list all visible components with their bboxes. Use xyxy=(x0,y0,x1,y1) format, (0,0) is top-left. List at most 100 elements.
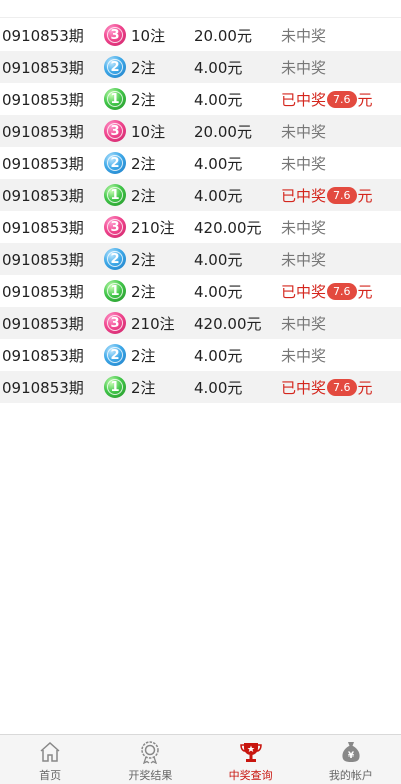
record-row[interactable]: 0910853期 1 2注 4.00元 已中奖 7.6 元 xyxy=(0,371,401,403)
bet-count: 2注 xyxy=(131,378,156,397)
money-bag-icon: ¥ xyxy=(342,742,360,762)
bet-count: 210注 xyxy=(131,314,175,333)
ball-number: 3 xyxy=(107,27,123,43)
ball-number: 3 xyxy=(107,219,123,235)
period-number: 0910853期 xyxy=(2,26,84,45)
status-text: 未中奖 xyxy=(281,314,327,333)
ball-number: 2 xyxy=(107,251,123,267)
bet-amount: 4.00元 xyxy=(194,250,243,269)
bet-count: 2注 xyxy=(131,154,156,173)
record-row[interactable]: 0910853期 2 2注 4.00元 未中奖 xyxy=(0,51,401,83)
ball-number: 2 xyxy=(107,347,123,363)
bet-count: 2注 xyxy=(131,90,156,109)
prize-badge: 7.6 xyxy=(327,378,357,396)
bet-amount: 420.00元 xyxy=(194,314,262,333)
prize-unit: 元 xyxy=(357,186,373,205)
game-type-ball-icon: 2 xyxy=(104,248,126,270)
prize-badge: 7.6 xyxy=(327,90,357,108)
win-status: 未中奖 xyxy=(281,153,326,174)
status-text: 未中奖 xyxy=(281,218,327,237)
win-status: 未中奖 xyxy=(281,121,326,142)
ball-number: 2 xyxy=(107,155,123,171)
period-number: 0910853期 xyxy=(2,218,84,237)
win-status: 未中奖 xyxy=(281,249,326,270)
ball-number: 3 xyxy=(107,315,123,331)
record-row[interactable]: 0910853期 3 10注 20.00元 未中奖 xyxy=(0,115,401,147)
record-row[interactable]: 0910853期 1 2注 4.00元 已中奖 7.6 元 xyxy=(0,83,401,115)
record-row[interactable]: 0910853期 3 210注 420.00元 未中奖 xyxy=(0,307,401,339)
top-divider xyxy=(0,17,401,18)
bet-count: 10注 xyxy=(131,122,166,141)
prize-unit: 元 xyxy=(357,378,373,397)
record-row[interactable]: 0910853期 2 2注 4.00元 未中奖 xyxy=(0,243,401,275)
period-number: 0910853期 xyxy=(2,346,84,365)
game-type-ball-icon: 2 xyxy=(104,56,126,78)
bet-amount: 4.00元 xyxy=(194,154,243,173)
status-text: 未中奖 xyxy=(281,154,327,173)
period-number: 0910853期 xyxy=(2,282,84,301)
status-text: 未中奖 xyxy=(281,26,327,45)
bet-count: 2注 xyxy=(131,58,156,77)
tab-results[interactable]: 开奖结果 xyxy=(100,735,200,784)
game-type-ball-icon: 1 xyxy=(104,184,126,206)
status-text: 已中奖 xyxy=(281,282,327,301)
win-status: 未中奖 xyxy=(281,25,326,46)
win-status: 已中奖 7.6 元 xyxy=(281,377,373,398)
record-row[interactable]: 0910853期 2 2注 4.00元 未中奖 xyxy=(0,147,401,179)
game-type-ball-icon: 1 xyxy=(104,376,126,398)
tab-my-account[interactable]: ¥ 我的帐户 xyxy=(301,735,401,784)
bet-count: 10注 xyxy=(131,26,166,45)
game-type-ball-icon: 3 xyxy=(104,120,126,142)
status-text: 已中奖 xyxy=(281,186,327,205)
bet-count: 210注 xyxy=(131,218,175,237)
svg-text:¥: ¥ xyxy=(348,751,355,761)
win-status: 未中奖 xyxy=(281,313,326,334)
bet-count: 2注 xyxy=(131,282,156,301)
record-row[interactable]: 0910853期 1 2注 4.00元 已中奖 7.6 元 xyxy=(0,275,401,307)
tab-home[interactable]: 首页 xyxy=(0,735,100,784)
win-status: 已中奖 7.6 元 xyxy=(281,281,373,302)
status-text: 未中奖 xyxy=(281,250,327,269)
record-row[interactable]: 0910853期 1 2注 4.00元 已中奖 7.6 元 xyxy=(0,179,401,211)
win-status: 已中奖 7.6 元 xyxy=(281,89,373,110)
ball-number: 1 xyxy=(107,379,123,395)
game-type-ball-icon: 1 xyxy=(104,88,126,110)
record-list: 0910853期 3 10注 20.00元 未中奖 0910853期 2 2注 4.00元 未中奖… xyxy=(0,19,401,403)
bet-amount: 4.00元 xyxy=(194,186,243,205)
ball-number: 1 xyxy=(107,187,123,203)
game-type-ball-icon: 3 xyxy=(104,216,126,238)
prize-badge: 7.6 xyxy=(327,282,357,300)
win-status: 未中奖 xyxy=(281,57,326,78)
bet-count: 2注 xyxy=(131,186,156,205)
period-number: 0910853期 xyxy=(2,186,84,205)
status-text: 已中奖 xyxy=(281,378,327,397)
status-text: 未中奖 xyxy=(281,346,327,365)
prize-badge: 7.6 xyxy=(327,186,357,204)
win-status: 未中奖 xyxy=(281,345,326,366)
game-type-ball-icon: 3 xyxy=(104,312,126,334)
ball-number: 1 xyxy=(107,91,123,107)
ball-number: 1 xyxy=(107,283,123,299)
period-number: 0910853期 xyxy=(2,250,84,269)
period-number: 0910853期 xyxy=(2,58,84,77)
record-row[interactable]: 0910853期 3 10注 20.00元 未中奖 xyxy=(0,19,401,51)
record-row[interactable]: 0910853期 3 210注 420.00元 未中奖 xyxy=(0,211,401,243)
bet-amount: 420.00元 xyxy=(194,218,262,237)
bottom-tabbar: 首页 开奖结果 中奖查询 ¥ 我的帐户 xyxy=(0,734,401,784)
period-number: 0910853期 xyxy=(2,122,84,141)
status-text: 未中奖 xyxy=(281,122,327,141)
tab-label: 首页 xyxy=(39,769,62,782)
ball-number: 3 xyxy=(107,123,123,139)
record-row[interactable]: 0910853期 2 2注 4.00元 未中奖 xyxy=(0,339,401,371)
home-icon xyxy=(40,741,60,762)
bet-count: 2注 xyxy=(131,250,156,269)
tab-win-query[interactable]: 中奖查询 xyxy=(201,735,301,784)
period-number: 0910853期 xyxy=(2,378,84,397)
game-type-ball-icon: 3 xyxy=(104,24,126,46)
tab-label: 中奖查询 xyxy=(228,769,273,782)
trophy-icon xyxy=(239,743,262,762)
bet-amount: 20.00元 xyxy=(194,122,252,141)
prize-unit: 元 xyxy=(357,90,373,109)
bet-amount: 4.00元 xyxy=(194,282,243,301)
bet-amount: 4.00元 xyxy=(194,378,243,397)
